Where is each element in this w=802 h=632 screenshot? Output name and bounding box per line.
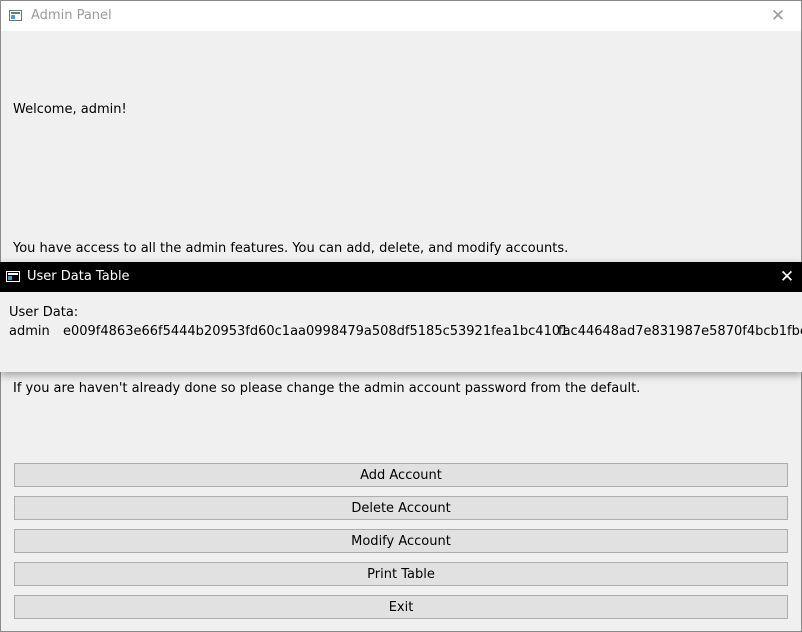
- close-icon[interactable]: ✕: [755, 1, 801, 31]
- user-data-username: admin: [9, 324, 50, 339]
- window-title: Admin Panel: [31, 8, 112, 23]
- app-window-icon: [6, 271, 20, 282]
- welcome-label: Welcome, admin!: [13, 102, 127, 117]
- user-data-salt: fac44648ad7e831987e5870f4bcb1fbe: [558, 324, 802, 339]
- exit-button[interactable]: Exit: [14, 595, 788, 619]
- user-data-table-title: User Data Table: [27, 269, 130, 284]
- close-icon[interactable]: ✕: [772, 262, 802, 292]
- user-data-table-window: User Data Table ✕ User Data: admin e009f4…: [0, 262, 802, 372]
- add-account-button[interactable]: Add Account: [14, 463, 788, 487]
- user-data-label: User Data:: [9, 305, 79, 320]
- admin-panel-titlebar[interactable]: Admin Panel ✕: [1, 1, 801, 31]
- user-data-row: admin e009f4863e66f5444b20953fd60c1aa0998…: [9, 324, 802, 339]
- user-data-table-titlebar[interactable]: User Data Table ✕: [0, 262, 802, 292]
- modify-account-button[interactable]: Modify Account: [14, 529, 788, 553]
- app-window-icon: [9, 10, 22, 21]
- password-notice-label: If you are haven't already done so pleas…: [13, 381, 641, 396]
- access-info-label: You have access to all the admin feature…: [13, 241, 569, 256]
- user-data-hash: e009f4863e66f5444b20953fd60c1aa0998479a5…: [63, 324, 569, 339]
- delete-account-button[interactable]: Delete Account: [14, 496, 788, 520]
- print-table-button[interactable]: Print Table: [14, 562, 788, 586]
